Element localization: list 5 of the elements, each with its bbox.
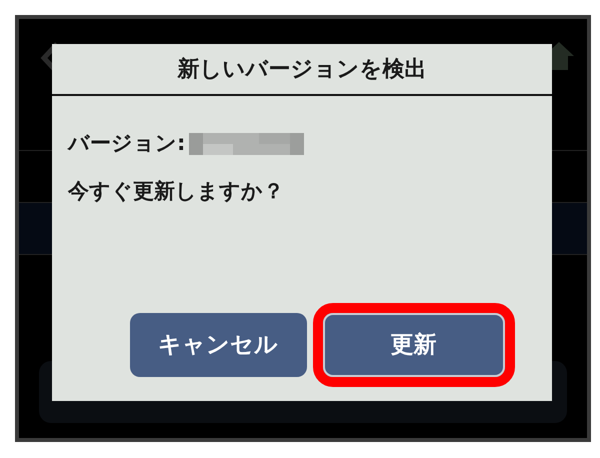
update-button[interactable]: 更新 bbox=[322, 313, 504, 377]
message-text: 今すぐ更新しますか？ bbox=[68, 178, 285, 204]
cancel-button[interactable]: キャンセル bbox=[130, 313, 306, 377]
dialog-title: 新しいバージョンを検出 bbox=[52, 44, 552, 96]
version-label: バージョン: bbox=[68, 130, 186, 157]
